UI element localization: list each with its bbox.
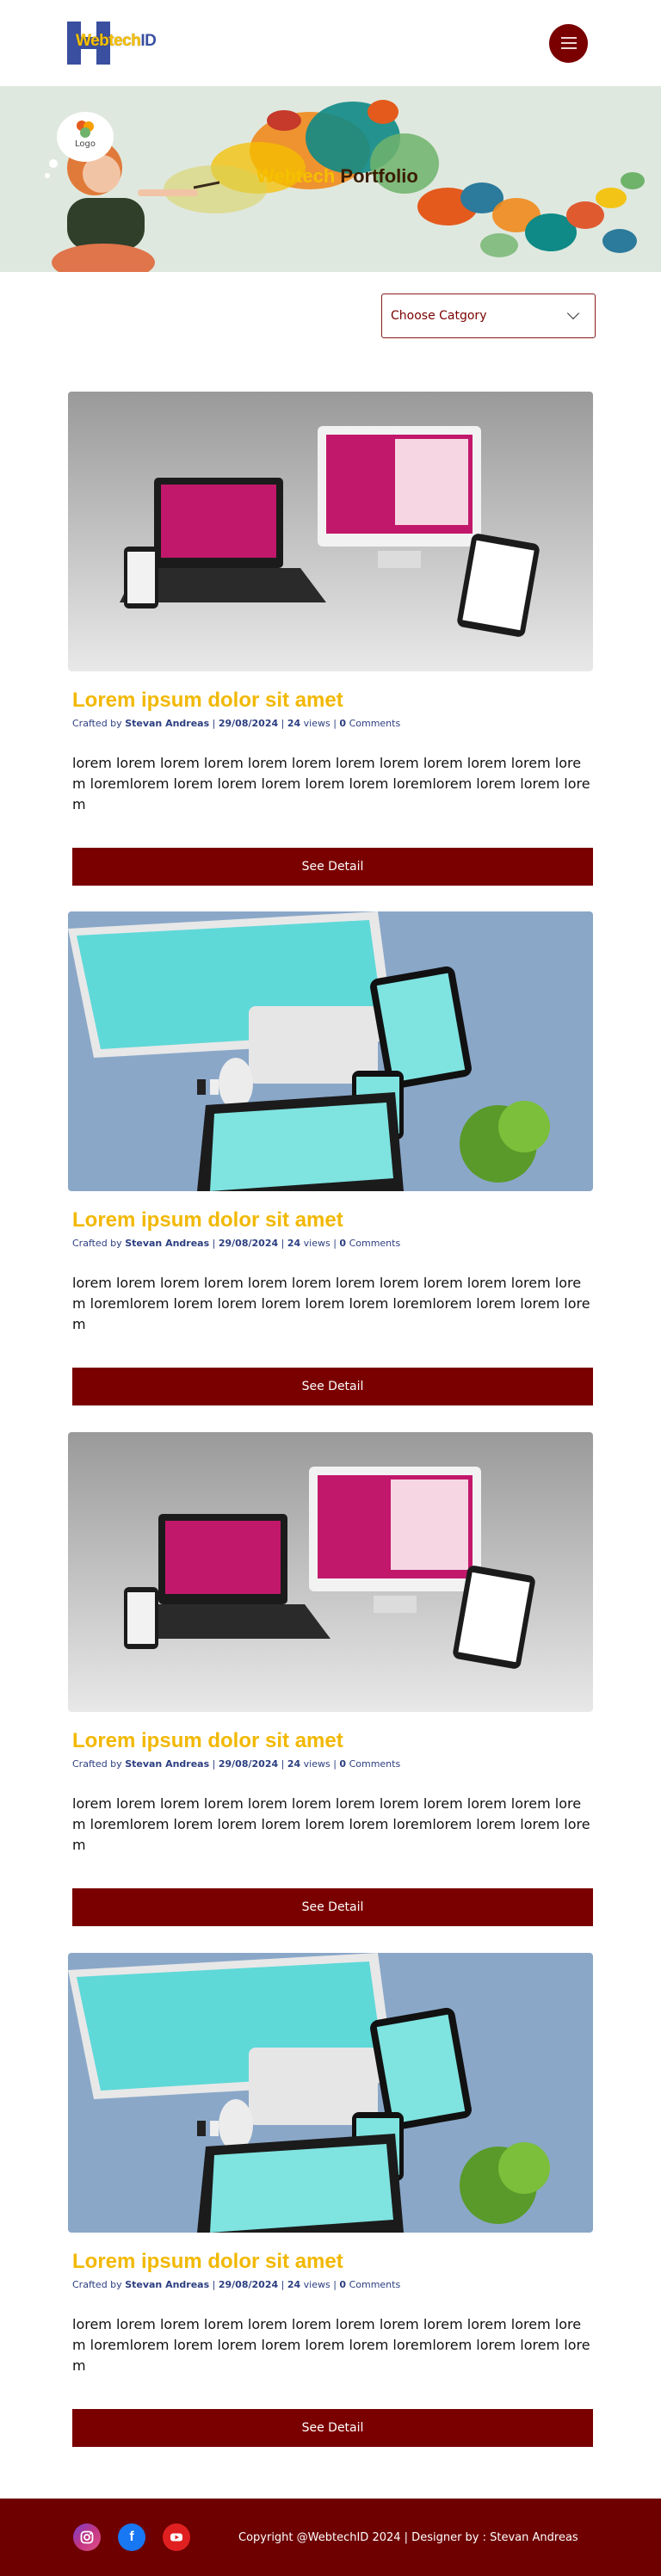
site-footer: f Copyright @WebtechID 2024 | Designer b… bbox=[0, 2499, 661, 2576]
hero-banner: Logo Webtech Portfolio bbox=[0, 86, 661, 272]
card-meta: Crafted by Stevan Andreas | 29/08/2024 |… bbox=[72, 1238, 401, 1249]
hero-title-part2: Portfolio bbox=[340, 165, 418, 187]
card-meta: Crafted by Stevan Andreas | 29/08/2024 |… bbox=[72, 1758, 401, 1770]
card-date: 29/08/2024 bbox=[218, 2279, 279, 2290]
card-date: 29/08/2024 bbox=[218, 1238, 279, 1249]
card-meta: Crafted by Stevan Andreas | 29/08/2024 |… bbox=[72, 2279, 401, 2290]
card-excerpt: lorem lorem lorem lorem lorem lorem lore… bbox=[72, 755, 590, 812]
card-image-devices-gray[interactable] bbox=[68, 1432, 593, 1712]
filter-section: Choose Catgory bbox=[0, 272, 661, 392]
card-excerpt: lorem lorem lorem lorem lorem lorem lore… bbox=[72, 2316, 590, 2374]
card-comments-count: 0 bbox=[339, 1758, 347, 1770]
youtube-icon[interactable] bbox=[163, 2523, 190, 2551]
chevron-down-icon bbox=[566, 306, 580, 320]
card-comments-count: 0 bbox=[339, 718, 347, 729]
facebook-icon[interactable]: f bbox=[118, 2523, 145, 2551]
logo-text-part2: ID bbox=[140, 32, 157, 50]
hamburger-menu-button[interactable] bbox=[549, 23, 588, 63]
see-detail-button[interactable]: See Detail bbox=[72, 1888, 593, 1926]
portfolio-card: Lorem ipsum dolor sit amet Crafted by St… bbox=[68, 392, 593, 886]
copyright-text: Copyright @WebtechID 2024 | Designer by … bbox=[238, 2530, 578, 2544]
card-image-devices-blue[interactable] bbox=[68, 911, 593, 1191]
card-image-devices-blue[interactable] bbox=[68, 1953, 593, 2233]
card-views-count: 24 bbox=[287, 1238, 301, 1249]
card-author[interactable]: Stevan Andreas bbox=[125, 1758, 209, 1770]
category-select-value: Choose Catgory bbox=[391, 309, 487, 323]
portfolio-card: Lorem ipsum dolor sit amet Crafted by St… bbox=[68, 1432, 593, 1926]
category-select[interactable]: Choose Catgory bbox=[381, 293, 596, 338]
card-date: 29/08/2024 bbox=[218, 1758, 279, 1770]
card-image-devices-gray[interactable] bbox=[68, 392, 593, 671]
card-date: 29/08/2024 bbox=[218, 718, 279, 729]
card-views-count: 24 bbox=[287, 2279, 301, 2290]
card-title[interactable]: Lorem ipsum dolor sit amet bbox=[72, 1208, 593, 1232]
card-title[interactable]: Lorem ipsum dolor sit amet bbox=[72, 2250, 593, 2274]
card-excerpt: lorem lorem lorem lorem lorem lorem lore… bbox=[72, 1795, 590, 1853]
card-author[interactable]: Stevan Andreas bbox=[125, 2279, 209, 2290]
portfolio-card: Lorem ipsum dolor sit amet Crafted by St… bbox=[68, 911, 593, 1405]
card-comments-count: 0 bbox=[339, 2279, 347, 2290]
logo-text-part1: Webtech bbox=[76, 32, 141, 50]
see-detail-button[interactable]: See Detail bbox=[72, 2409, 593, 2447]
logo-thought-bubble: Logo bbox=[57, 112, 114, 162]
card-author[interactable]: Stevan Andreas bbox=[125, 1238, 209, 1249]
hero-title-part1: Webtech bbox=[256, 165, 336, 187]
portfolio-card: Lorem ipsum dolor sit amet Crafted by St… bbox=[68, 1953, 593, 2447]
hero-title: Webtech Portfolio bbox=[256, 165, 418, 188]
flower-icon bbox=[77, 120, 94, 138]
card-comments-count: 0 bbox=[339, 1238, 347, 1249]
card-title[interactable]: Lorem ipsum dolor sit amet bbox=[72, 689, 593, 713]
logo-text: WebtechID bbox=[76, 32, 157, 51]
page: WebtechID Logo Webtech Portfolio Choose … bbox=[0, 0, 661, 2576]
card-meta: Crafted by Stevan Andreas | 29/08/2024 |… bbox=[72, 718, 401, 729]
logo-bubble-label: Logo bbox=[75, 139, 96, 149]
card-excerpt: lorem lorem lorem lorem lorem lorem lore… bbox=[72, 1275, 590, 1332]
card-views-count: 24 bbox=[287, 1758, 301, 1770]
instagram-icon[interactable] bbox=[73, 2523, 101, 2551]
card-author[interactable]: Stevan Andreas bbox=[125, 718, 209, 729]
card-views-count: 24 bbox=[287, 718, 301, 729]
site-header: WebtechID bbox=[0, 0, 661, 86]
see-detail-button[interactable]: See Detail bbox=[72, 1368, 593, 1405]
social-links: f bbox=[73, 2523, 190, 2551]
see-detail-button[interactable]: See Detail bbox=[72, 848, 593, 886]
card-title[interactable]: Lorem ipsum dolor sit amet bbox=[72, 1729, 593, 1753]
site-logo[interactable]: WebtechID bbox=[67, 22, 205, 65]
hamburger-icon bbox=[560, 37, 577, 39]
